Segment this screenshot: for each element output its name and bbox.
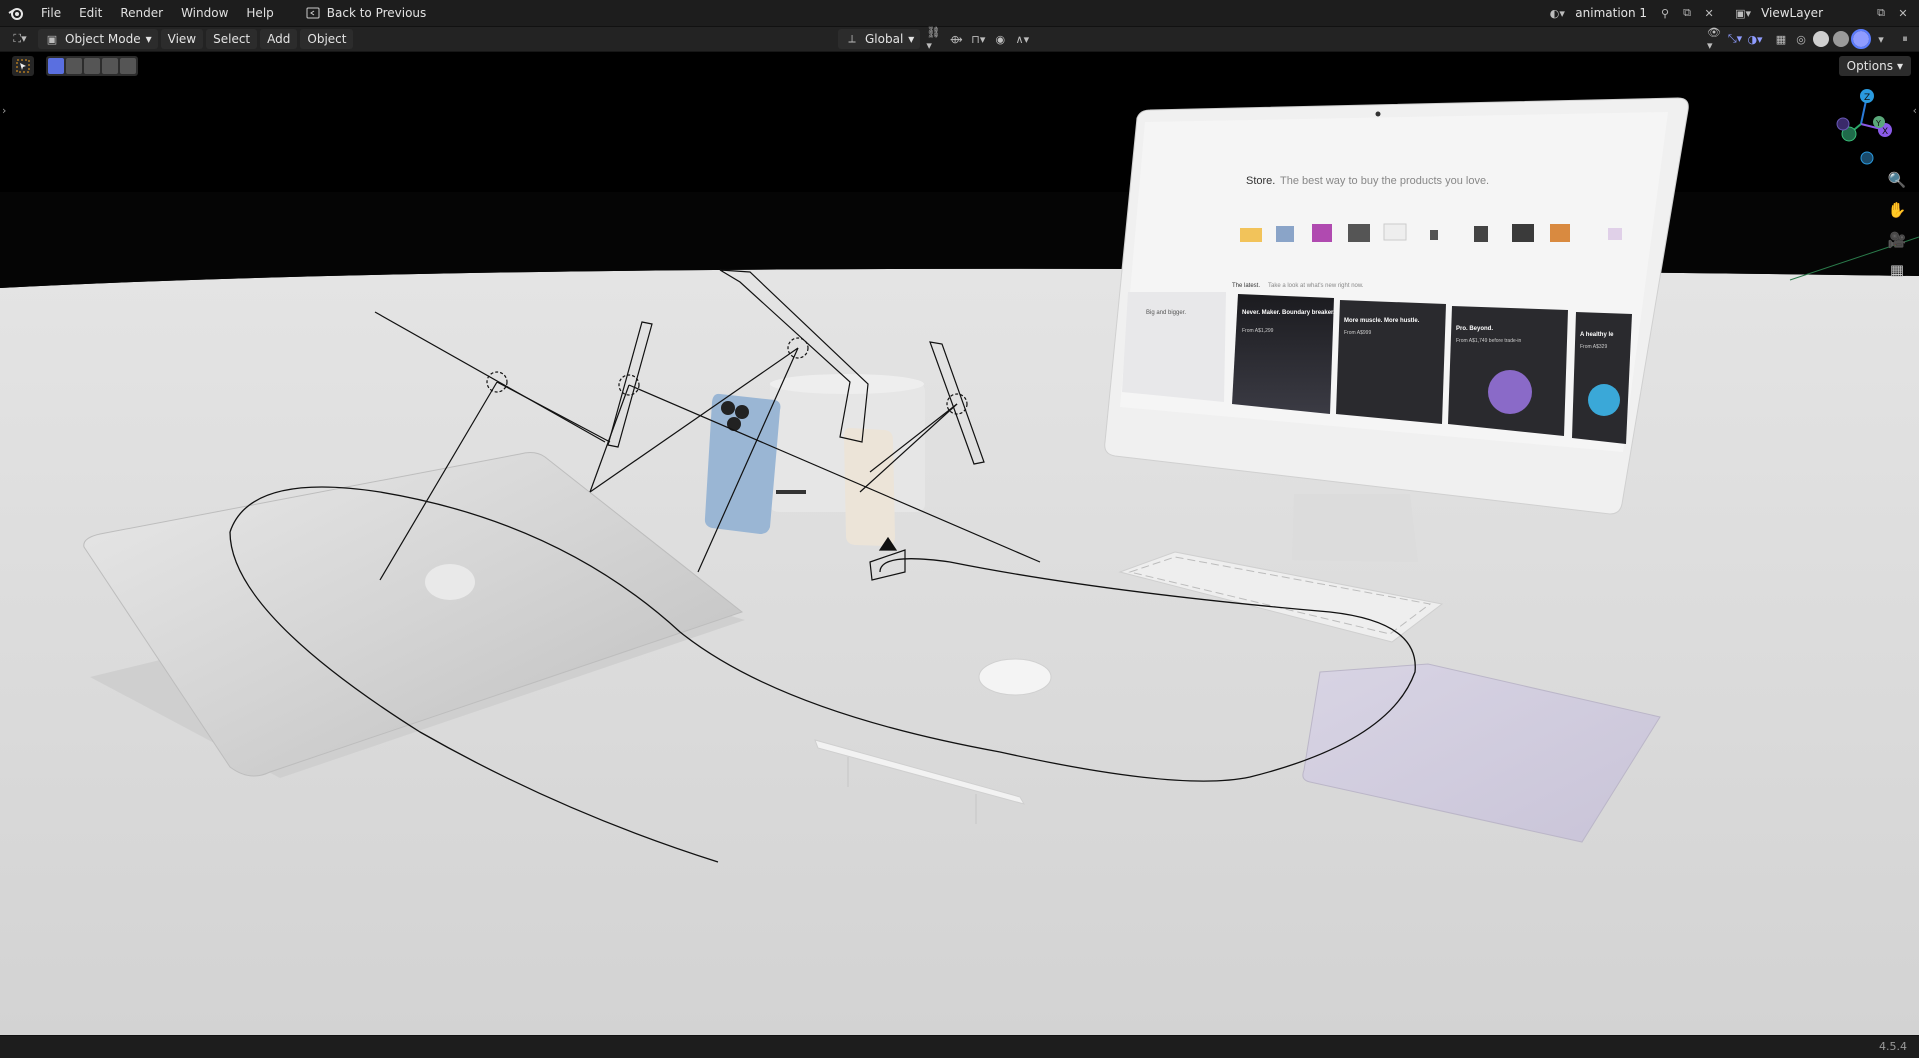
visibility-icon[interactable]: 👁▾ — [1707, 26, 1723, 52]
menu-window[interactable]: Window — [172, 2, 237, 24]
snap-target-icon[interactable]: ⊓▾ — [970, 31, 986, 47]
select-new-icon[interactable] — [48, 58, 64, 74]
latest-sub: Take a look at what's new right now. — [1268, 283, 1364, 289]
iphone-gold[interactable] — [844, 428, 895, 546]
menu-object[interactable]: Object — [300, 29, 354, 49]
card-4-title: A healthy le — [1580, 332, 1614, 338]
shading-options-icon[interactable]: ▾ — [1873, 31, 1889, 47]
orientation-icon: ⟂ — [848, 32, 856, 45]
axis-z-label: Z — [1864, 93, 1870, 103]
version-label: 4.5.4 — [1879, 1040, 1907, 1053]
card-2-title: More muscle. More hustle. — [1344, 318, 1420, 324]
editor-type-icon[interactable]: ⛶▾ — [12, 31, 28, 47]
transform-orientation-dropdown[interactable]: ⟂ Global ▾ — [838, 29, 921, 49]
rendered-shading-icon[interactable] — [1851, 29, 1871, 49]
blender-logo-icon[interactable] — [0, 6, 32, 20]
perspective-grid-icon[interactable]: ▦ — [1887, 262, 1907, 278]
snap-icon[interactable]: ⟴ — [948, 31, 964, 47]
chevron-down-icon: ▾ — [1896, 59, 1903, 73]
card-4-price: From A$329 — [1580, 344, 1607, 350]
viewport-right-tools: 👁▾ ⤡▾ ◑▾ ▦ ◎ ▾ ⏸ — [1707, 26, 1919, 52]
airpods-case[interactable] — [978, 658, 1052, 696]
navigation-gizmo[interactable]: Z X Y — [1819, 86, 1899, 172]
navigation-controls: 🔍 ✋ 🎥 ▦ — [1887, 172, 1907, 278]
back-to-previous-button[interactable]: Back to Previous — [297, 3, 435, 23]
transform-orientation-label: Global — [865, 32, 904, 46]
store-headline-rest: The best way to buy the products you lov… — [1280, 175, 1489, 187]
xray-icon[interactable]: ▦ — [1773, 31, 1789, 47]
card-3-title: Pro. Beyond. — [1456, 326, 1493, 332]
menu-render[interactable]: Render — [111, 2, 172, 24]
select-intersect-icon[interactable] — [120, 58, 136, 74]
zoom-icon[interactable]: 🔍 — [1887, 172, 1907, 188]
iphone-blue[interactable] — [704, 393, 781, 534]
gizmo-toggle-icon[interactable]: ⤡▾ — [1727, 31, 1743, 47]
overlays-icon[interactable]: ◑▾ — [1747, 31, 1763, 47]
topbar-right: ◐▾ animation 1 ⚲ ⧉ ✕ ▣▾ ViewLayer ⧉ ✕ — [1549, 0, 1919, 26]
sidebar-expand-icon[interactable]: ‹ — [1913, 104, 1917, 117]
select-tool-icon[interactable] — [12, 56, 34, 76]
chevron-down-icon: ▾ — [908, 32, 915, 46]
tool-row — [12, 56, 138, 76]
pan-hand-icon[interactable]: ✋ — [1887, 202, 1907, 218]
remove-layer-icon[interactable]: ✕ — [1895, 5, 1911, 21]
wireframe-shading-icon[interactable]: ◎ — [1793, 31, 1809, 47]
falloff-icon[interactable]: ∧▾ — [1014, 31, 1030, 47]
mode-dropdown[interactable]: ▣ Object Mode ▾ — [38, 29, 158, 49]
pin-icon[interactable]: ⚲ — [1657, 5, 1673, 21]
material-shading-icon[interactable] — [1833, 31, 1849, 47]
solid-shading-icon[interactable] — [1813, 31, 1829, 47]
pivot-point-icon[interactable]: ⛓▾ — [926, 26, 942, 52]
options-label: Options — [1846, 59, 1893, 73]
axis-x-label: X — [1882, 127, 1888, 137]
scene-icon[interactable]: ◐▾ — [1549, 5, 1565, 21]
menu-view[interactable]: View — [160, 29, 204, 49]
back-icon — [305, 5, 321, 21]
view-layer-field[interactable]: ViewLayer — [1757, 3, 1827, 23]
back-to-previous-label: Back to Previous — [326, 6, 427, 20]
card-2-price: From A$999 — [1344, 330, 1371, 336]
top-bar: File Edit Render Window Help Back to Pre… — [0, 0, 1919, 27]
menu-add[interactable]: Add — [260, 29, 298, 49]
viewport-scene: Store. The best way to buy the products … — [0, 97, 1919, 1035]
close-icon[interactable]: ✕ — [1701, 5, 1717, 21]
duplicate-layer-icon[interactable]: ⧉ — [1873, 5, 1889, 21]
select-invert-icon[interactable] — [102, 58, 118, 74]
select-extend-icon[interactable] — [66, 58, 82, 74]
toolbar-expand-icon[interactable]: › — [2, 104, 6, 117]
menu-file[interactable]: File — [32, 2, 70, 24]
3d-viewport[interactable]: Store. The best way to buy the products … — [0, 52, 1919, 1035]
card-1-title: Never. Maker. Boundary breaker. — [1242, 310, 1335, 316]
camera-view-icon[interactable]: 🎥 — [1887, 232, 1907, 248]
card-1-price: From A$1,299 — [1242, 328, 1274, 334]
axis-y-label: Y — [1875, 119, 1881, 128]
transform-tools: ⟂ Global ▾ ⛓▾ ⟴ ⊓▾ ◉ ∧▾ — [834, 26, 1030, 52]
menu-edit[interactable]: Edit — [70, 2, 111, 24]
latest-heading: The latest. — [1232, 283, 1260, 289]
pause-icon[interactable]: ⏸ — [1897, 31, 1913, 47]
chevron-down-icon: ▾ — [145, 32, 152, 46]
object-mode-icon: ▣ — [46, 32, 58, 46]
proportional-editing-icon[interactable]: ◉ — [992, 31, 1008, 47]
scene-name-field[interactable]: animation 1 — [1571, 3, 1651, 23]
store-headline-strong: Store. — [1246, 175, 1275, 187]
status-bar: 4.5.4 — [0, 1035, 1919, 1058]
mode-label: Object Mode — [65, 32, 141, 46]
first-card-title: Big and bigger. — [1146, 310, 1186, 316]
select-subtract-icon[interactable] — [84, 58, 100, 74]
menu-select[interactable]: Select — [206, 29, 258, 49]
menu-help[interactable]: Help — [237, 2, 282, 24]
view-layer-icon[interactable]: ▣▾ — [1735, 5, 1751, 21]
duplicate-scene-icon[interactable]: ⧉ — [1679, 5, 1695, 21]
options-button[interactable]: Options ▾ — [1838, 56, 1911, 76]
selection-mode-group — [46, 56, 138, 76]
card-3-price: From A$1,749 before trade-in — [1456, 338, 1522, 344]
